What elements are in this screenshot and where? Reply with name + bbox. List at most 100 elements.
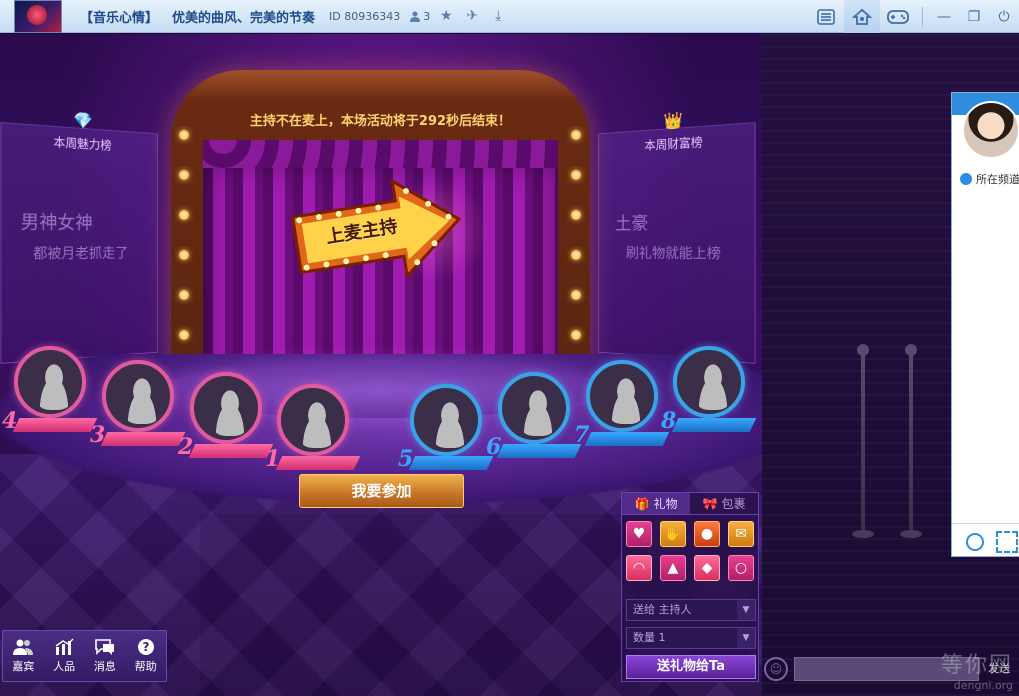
separator <box>922 6 923 27</box>
seat-8[interactable]: 8 <box>661 346 757 456</box>
user-avatar[interactable] <box>962 101 1019 159</box>
stanchion-pole <box>909 354 913 534</box>
ring-gift-icon[interactable]: ○ <box>728 555 754 581</box>
stage-bulb <box>571 130 581 140</box>
help-icon: ? <box>137 639 154 655</box>
stage-bulb <box>179 130 189 140</box>
floor-shade <box>200 514 640 696</box>
user-count-value: 3 <box>423 9 431 23</box>
watermark-cn: 等你网 <box>940 653 1013 678</box>
lips-gift-icon[interactable]: ◠ <box>626 555 652 581</box>
seat-6[interactable]: 6 <box>486 372 582 482</box>
seat-number: 1 <box>265 446 281 472</box>
download-icon[interactable]: ⤓ <box>488 6 508 26</box>
room-name: 优美的曲风、完美的节奏 <box>172 10 316 26</box>
watermark: 等你网 dengni.org <box>941 647 1013 692</box>
seat-number: 4 <box>2 408 18 434</box>
seat-ribbon <box>100 432 186 446</box>
stanchion-base <box>852 530 874 538</box>
seat-number: 8 <box>661 408 677 434</box>
send-to-dropdown[interactable]: 送给 主持人 ▼ <box>626 599 756 621</box>
emoji-icon[interactable]: ☺ <box>764 657 788 681</box>
female-avatar-icon <box>295 398 339 448</box>
male-avatar-icon <box>516 386 560 436</box>
wealth-ranking-board[interactable]: 👑 本周财富榜 土豪 刷礼物就能上榜 <box>598 110 756 364</box>
seat-ring <box>14 346 86 418</box>
location-label: 所在频道 <box>976 173 1019 186</box>
stage-bulb <box>571 170 581 180</box>
gamepad-icon[interactable] <box>880 0 916 33</box>
bag-icon: 🎀 <box>702 496 718 511</box>
candy-gift-icon[interactable]: ◆ <box>694 555 720 581</box>
wealth-ranking-line2: 刷礼物就能上榜 <box>625 245 721 263</box>
crown-icon: 👑 <box>663 110 683 131</box>
diamond-icon: 💎 <box>73 110 93 131</box>
stage-bulb <box>571 210 581 220</box>
minimize-icon[interactable]: — <box>929 0 959 33</box>
tab-gifts[interactable]: 🎁 礼物 <box>622 493 690 514</box>
user-card-popup[interactable]: 所在频道 <box>951 92 1019 557</box>
guests-button[interactable]: 嘉宾 <box>3 631 44 681</box>
room-id: ID 80936343 <box>329 9 401 23</box>
stage-bulb <box>179 170 189 180</box>
star-icon[interactable]: ★ <box>436 6 456 26</box>
seat-3[interactable]: 3 <box>90 360 186 470</box>
heart-gift-icon[interactable]: ♥ <box>626 521 652 547</box>
seat-4[interactable]: 4 <box>2 346 98 456</box>
chevron-down-icon: ▼ <box>737 600 755 620</box>
charm-ranking-line1: 男神女神 <box>20 211 93 235</box>
home-icon[interactable] <box>844 0 880 33</box>
seat-number: 5 <box>398 446 414 472</box>
quantity-value: 数量 1 <box>633 631 666 644</box>
plane-icon[interactable]: ✈ <box>462 6 482 26</box>
charm-ranking-title: 本周魅力榜 <box>53 135 112 153</box>
join-button[interactable]: 我要参加 <box>299 474 464 508</box>
stage-bulb <box>179 210 189 220</box>
rating-button[interactable]: 人品 <box>44 631 85 681</box>
send-gift-button[interactable]: 送礼物给Ta <box>626 655 756 679</box>
love-letter-gift-icon[interactable]: ✉ <box>728 521 754 547</box>
room-thumbnail[interactable] <box>14 0 62 33</box>
restore-icon[interactable]: ❐ <box>959 0 989 33</box>
user-icon <box>410 11 421 22</box>
tab-bag-label: 包裹 <box>721 497 746 511</box>
stage-bulb <box>179 330 189 340</box>
cake-gift-icon[interactable]: ▲ <box>660 555 686 581</box>
help-button[interactable]: ? 帮助 <box>125 631 166 681</box>
svg-text:?: ? <box>142 640 149 654</box>
rating-label: 人品 <box>53 660 76 673</box>
tab-bag[interactable]: 🎀 包裹 <box>690 493 758 514</box>
messages-button[interactable]: 消息 <box>85 631 126 681</box>
seat-ribbon <box>408 456 494 470</box>
gift-box-icon: 🎁 <box>634 496 650 511</box>
stanchion-pole <box>861 354 865 534</box>
title-bar: 【音乐心情】 优美的曲风、完美的节奏 ID 80936343 3 ★ ✈ ⤓ —… <box>0 0 1019 33</box>
quantity-dropdown[interactable]: 数量 1 ▼ <box>626 627 756 649</box>
lollipop-gift-icon[interactable]: ● <box>694 521 720 547</box>
power-icon[interactable]: ⏻ <box>989 0 1019 33</box>
seat-ring <box>190 372 262 444</box>
list-icon[interactable] <box>808 0 844 33</box>
font-style-icon[interactable] <box>966 533 984 551</box>
bottom-toolbar: 嘉宾 人品 消息 ? 帮助 <box>2 630 167 682</box>
seat-2[interactable]: 2 <box>178 372 274 482</box>
seat-ribbon <box>671 418 757 432</box>
seat-7[interactable]: 7 <box>574 360 670 470</box>
help-label: 帮助 <box>134 660 157 673</box>
chart-icon <box>55 638 74 655</box>
seat-number: 2 <box>178 434 194 460</box>
stage-bulb <box>571 330 581 340</box>
seat-ring <box>586 360 658 432</box>
stage-bulb <box>179 250 189 260</box>
chevron-down-icon: ▼ <box>737 628 755 648</box>
clap-gift-icon[interactable]: ✋ <box>660 521 686 547</box>
divider <box>952 523 1019 524</box>
seat-ring <box>410 384 482 456</box>
female-avatar-icon <box>120 374 164 424</box>
female-avatar-icon <box>208 386 252 436</box>
seat-ring <box>673 346 745 418</box>
stage-bulb <box>571 290 581 300</box>
male-avatar-icon <box>691 360 735 410</box>
charm-ranking-board[interactable]: 💎 本周魅力榜 男神女神 都被月老抓走了 <box>0 110 158 364</box>
screenshot-icon[interactable] <box>996 531 1018 553</box>
